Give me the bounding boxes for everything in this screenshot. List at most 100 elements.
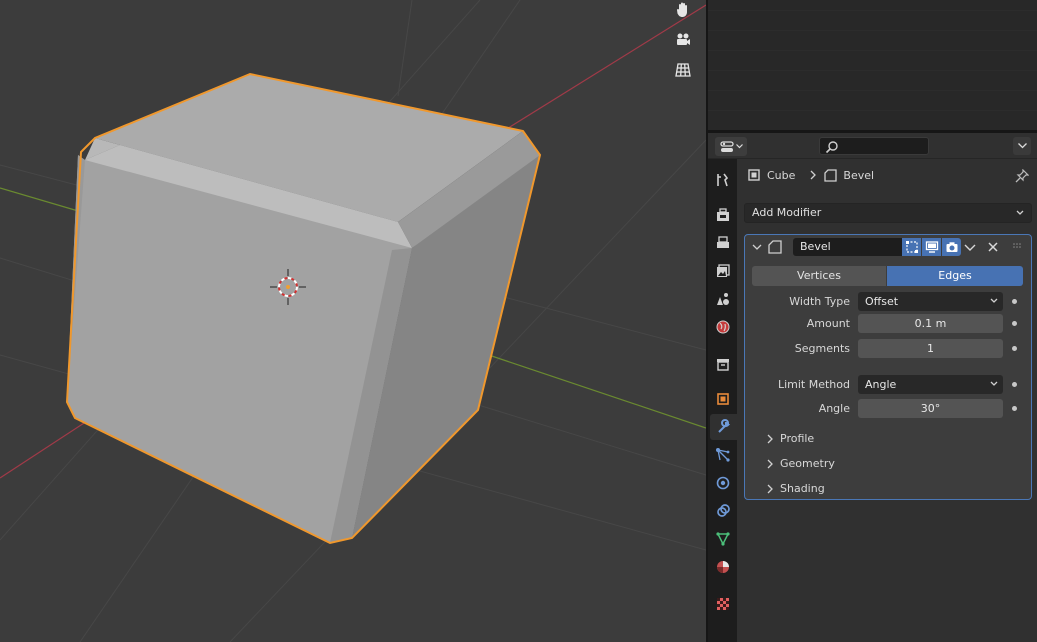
- keyframe-dot[interactable]: [1012, 321, 1017, 326]
- subpanel-geometry[interactable]: Geometry: [745, 453, 1033, 475]
- constraints-icon: [716, 504, 730, 517]
- grid-icon[interactable]: [670, 57, 696, 83]
- tab-output[interactable]: [709, 230, 736, 256]
- render-icon: [716, 208, 729, 221]
- material-icon: [716, 561, 729, 573]
- viewport-scene: [0, 0, 706, 642]
- output-icon: [716, 236, 729, 248]
- keyframe-dot[interactable]: [1012, 406, 1017, 411]
- tab-data[interactable]: [709, 526, 736, 552]
- breadcrumb-modifier: Bevel: [843, 168, 875, 182]
- tab-render[interactable]: [709, 202, 736, 228]
- view-layer-icon: [716, 264, 730, 277]
- tab-modifier[interactable]: [710, 414, 737, 440]
- bevel-icon: [824, 169, 838, 182]
- segments-row: Segments 1: [745, 339, 1033, 359]
- drag-grip-icon[interactable]: [1013, 243, 1023, 249]
- tab-tool[interactable]: [709, 167, 736, 193]
- subpanel-profile-label: Profile: [780, 432, 815, 445]
- width-type-row: Width Type Offset: [745, 292, 1033, 312]
- tab-view-layer[interactable]: [709, 258, 736, 284]
- edit-mode-icon: [905, 241, 918, 253]
- amount-row: Amount 0.1 m: [745, 314, 1033, 334]
- tab-material[interactable]: [709, 554, 736, 580]
- affect-selector: Vertices Edges: [752, 266, 1023, 286]
- pin-icon[interactable]: [1015, 168, 1030, 186]
- options-dropdown-button[interactable]: [1013, 137, 1031, 155]
- object-icon: [716, 393, 729, 405]
- breadcrumb: Cube Bevel: [737, 159, 1037, 191]
- tab-object[interactable]: [709, 386, 736, 412]
- 3d-viewport[interactable]: [0, 0, 706, 642]
- chevron-down-icon: [990, 381, 998, 386]
- chevron-down-icon[interactable]: [963, 239, 977, 255]
- tab-particles[interactable]: [709, 442, 736, 468]
- tab-constraints[interactable]: [709, 498, 736, 524]
- tab-scene[interactable]: [709, 286, 736, 312]
- keyframe-dot[interactable]: [1012, 299, 1017, 304]
- search-input[interactable]: [819, 137, 929, 155]
- limit-method-label: Limit Method: [777, 378, 850, 391]
- width-type-label: Width Type: [789, 295, 850, 308]
- tab-physics[interactable]: [709, 470, 736, 496]
- search-icon: [825, 141, 838, 154]
- camera-icon[interactable]: [670, 27, 696, 53]
- physics-icon: [716, 476, 729, 490]
- segments-label: Segments: [794, 342, 850, 355]
- amount-field[interactable]: 0.1 m: [858, 314, 1003, 333]
- chevron-down-icon: [1017, 143, 1027, 149]
- tab-world[interactable]: [709, 314, 736, 340]
- particles-icon: [715, 448, 730, 462]
- render-toggle[interactable]: [942, 238, 961, 256]
- modifier-name-input[interactable]: Bevel: [793, 238, 903, 256]
- modifier-header: Bevel: [745, 235, 1031, 259]
- properties-tab-bar: [708, 159, 737, 642]
- keyframe-dot[interactable]: [1012, 382, 1017, 387]
- tool-icon: [716, 173, 728, 187]
- chevron-down-icon: [990, 298, 998, 303]
- width-type-dropdown[interactable]: Offset: [858, 292, 1003, 311]
- angle-field[interactable]: 30°: [858, 399, 1003, 418]
- angle-label: Angle: [818, 402, 850, 415]
- camera-icon: [946, 242, 957, 252]
- close-icon[interactable]: [985, 239, 1001, 255]
- width-type-value: Offset: [865, 295, 899, 308]
- affect-edges-button[interactable]: Edges: [887, 266, 1023, 286]
- chevron-down-icon: [735, 144, 743, 149]
- limit-method-dropdown[interactable]: Angle: [858, 375, 1003, 394]
- subpanel-shading[interactable]: Shading: [745, 478, 1033, 500]
- chevron-right-icon: [767, 484, 773, 494]
- segments-field[interactable]: 1: [858, 339, 1003, 358]
- add-modifier-label: Add Modifier: [752, 206, 822, 219]
- tab-collection[interactable]: [709, 351, 736, 377]
- add-modifier-dropdown[interactable]: Add Modifier: [744, 203, 1032, 223]
- chevron-right-icon: [810, 170, 817, 180]
- edit-mode-toggle[interactable]: [902, 238, 921, 256]
- chevron-down-icon: [1016, 210, 1024, 215]
- keyframe-dot[interactable]: [1012, 346, 1017, 351]
- editor-type-icon: [719, 140, 734, 152]
- subpanel-geometry-label: Geometry: [780, 457, 835, 470]
- affect-vertices-button[interactable]: Vertices: [752, 266, 887, 286]
- limit-method-value: Angle: [865, 378, 897, 391]
- chevron-right-icon: [767, 459, 773, 469]
- breadcrumb-object: Cube: [767, 168, 796, 182]
- monitor-icon: [925, 241, 938, 253]
- viewport-display-toggle[interactable]: [922, 238, 941, 256]
- scene-icon: [716, 293, 729, 305]
- properties-editor: Cube Bevel Add Modifier Bevel Vertices E…: [708, 133, 1037, 642]
- collapse-chevron-icon[interactable]: [751, 241, 763, 253]
- limit-method-row: Limit Method Angle: [745, 375, 1033, 395]
- properties-header: [708, 133, 1037, 159]
- editor-type-button[interactable]: [715, 137, 747, 156]
- data-icon: [715, 532, 730, 546]
- chevron-right-icon: [767, 434, 773, 444]
- tab-texture[interactable]: [709, 591, 736, 617]
- collection-icon: [716, 359, 729, 371]
- outliner-area[interactable]: [708, 0, 1037, 130]
- modifier-icon: [717, 419, 730, 433]
- bevel-modifier-panel: Bevel Vertices Edges Width Type Offset A…: [744, 234, 1032, 500]
- world-icon: [716, 320, 729, 334]
- subpanel-profile[interactable]: Profile: [745, 428, 1033, 450]
- amount-label: Amount: [806, 317, 850, 330]
